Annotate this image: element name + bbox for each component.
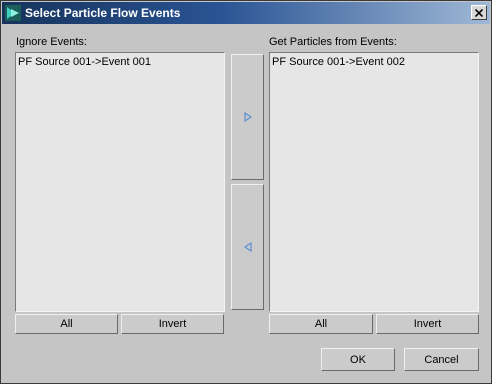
move-right-button[interactable] bbox=[231, 54, 264, 180]
button-label: All bbox=[314, 318, 328, 330]
triangle-right-icon bbox=[243, 112, 252, 122]
get-events-list[interactable]: PF Source 001->Event 002 bbox=[269, 52, 479, 312]
get-all-button[interactable]: All bbox=[269, 314, 373, 334]
list-item[interactable]: PF Source 001->Event 001 bbox=[18, 56, 151, 68]
ignore-events-list[interactable]: PF Source 001->Event 001 bbox=[15, 52, 225, 312]
move-left-button[interactable] bbox=[231, 184, 264, 310]
close-button[interactable] bbox=[471, 5, 487, 20]
ignore-all-button[interactable]: All bbox=[15, 314, 118, 334]
button-label: Invert bbox=[158, 318, 187, 330]
ignore-invert-button[interactable]: Invert bbox=[121, 314, 224, 334]
button-label: All bbox=[60, 318, 73, 330]
button-label: Invert bbox=[413, 318, 442, 330]
button-label: OK bbox=[350, 353, 366, 366]
ignore-events-label: Ignore Events: bbox=[16, 36, 87, 48]
window-title: Select Particle Flow Events bbox=[25, 6, 181, 20]
dialog-window: Select Particle Flow Events Ignore Event… bbox=[0, 0, 492, 384]
particle-flow-icon bbox=[5, 5, 21, 21]
close-icon bbox=[475, 8, 483, 17]
get-events-label: Get Particles from Events: bbox=[269, 36, 397, 48]
cancel-button[interactable]: Cancel bbox=[404, 348, 479, 371]
get-invert-button[interactable]: Invert bbox=[376, 314, 479, 334]
title-bar[interactable]: Select Particle Flow Events bbox=[2, 2, 490, 24]
ok-button[interactable]: OK bbox=[321, 348, 395, 371]
triangle-left-icon bbox=[243, 242, 252, 252]
button-label: Cancel bbox=[424, 353, 459, 366]
list-item[interactable]: PF Source 001->Event 002 bbox=[272, 56, 405, 68]
